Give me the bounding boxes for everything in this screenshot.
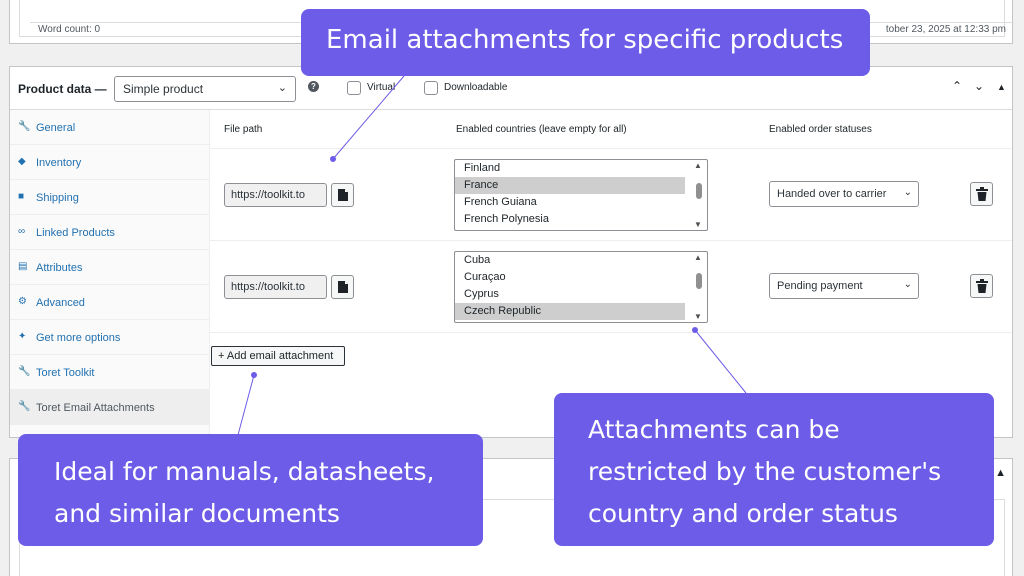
order-status-value: Pending payment (777, 280, 863, 292)
scroll-down-icon[interactable]: ▼ (694, 312, 702, 321)
move-down-icon[interactable]: ⌄ (974, 79, 984, 93)
product-data-tabs: 🔧 General ◆ Inventory ■ Shipping ∞ Linked Pr… (10, 110, 210, 437)
tab-label: Linked Products (36, 227, 115, 239)
countries-listbox[interactable]: Cuba Curaçao Cyprus Czech Republic ▲ ▼ (454, 251, 708, 323)
column-header-statuses: Enabled order statuses (769, 124, 872, 135)
tab-label: Toret Toolkit (36, 367, 95, 379)
callout-ideal-for-manuals: Ideal for manuals, datasheets, and simil… (18, 434, 483, 546)
choose-file-button[interactable] (331, 275, 354, 299)
tab-advanced[interactable]: ⚙ Advanced (10, 285, 210, 320)
attachment-row: https://toolkit.to Finland France French… (210, 148, 1012, 240)
scroll-up-icon[interactable]: ▲ (694, 161, 702, 170)
plugin-icon: ✦ (18, 331, 27, 342)
chevron-down-icon: ⌄ (903, 187, 912, 198)
callout-text-line: and similar documents (54, 499, 340, 528)
country-option[interactable]: Curaçao (455, 269, 685, 286)
trash-icon (976, 279, 988, 293)
product-data-panel: Product data — Simple product ⌄ ? Virtua… (9, 66, 1013, 438)
link-icon: ∞ (18, 226, 26, 237)
delete-row-button[interactable] (970, 274, 993, 298)
tab-label: Get more options (36, 332, 121, 344)
downloadable-checkbox[interactable] (424, 81, 438, 95)
tab-general[interactable]: 🔧 General (10, 110, 210, 145)
last-edited-timestamp: tober 23, 2025 at 12:33 pm (885, 24, 1006, 35)
scroll-thumb[interactable] (696, 183, 702, 199)
downloadable-label: Downloadable (444, 82, 508, 93)
toggle-panel-icon[interactable]: ▲ (995, 467, 1006, 479)
country-option-selected[interactable]: France (455, 177, 685, 194)
tab-linked-products[interactable]: ∞ Linked Products (10, 215, 210, 250)
list-icon: ▤ (18, 261, 28, 272)
scroll-down-icon[interactable]: ▼ (694, 220, 702, 229)
file-path-input[interactable]: https://toolkit.to (224, 275, 327, 299)
country-option[interactable]: French Polynesia (455, 211, 685, 228)
listbox-scrollbar[interactable]: ▲ ▼ (692, 161, 706, 229)
tab-label: Toret Email Attachments (36, 402, 155, 414)
order-status-value: Handed over to carrier (777, 188, 887, 200)
country-option[interactable]: Finland (455, 160, 685, 177)
order-status-select[interactable]: Handed over to carrier ⌄ (769, 181, 919, 207)
product-data-title: Product data — (18, 82, 107, 96)
country-option[interactable]: Cuba (455, 252, 685, 269)
order-status-select[interactable]: Pending payment ⌄ (769, 273, 919, 299)
tab-label: Inventory (36, 157, 82, 169)
callout-text-line: Attachments can be (588, 415, 840, 444)
tab-attributes[interactable]: ▤ Attributes (10, 250, 210, 285)
row-divider (210, 332, 1012, 333)
country-option[interactable]: Cyprus (455, 286, 685, 303)
tab-label: Shipping (36, 192, 79, 204)
gear-icon: ⚙ (18, 296, 27, 307)
product-type-value: Simple product (123, 82, 204, 96)
email-attachments-content: File path Enabled countries (leave empty… (210, 110, 1012, 437)
callout-text-line: country and order status (588, 499, 898, 528)
file-icon (338, 281, 348, 293)
callout-text-line: Ideal for manuals, datasheets, (54, 457, 435, 486)
wrench-icon: 🔧 (18, 121, 31, 132)
callout-restrictions: Attachments can be restricted by the cus… (554, 393, 994, 546)
tab-label: Advanced (36, 297, 85, 309)
toggle-panel-icon[interactable]: ▲ (997, 82, 1006, 92)
country-option[interactable]: French Guiana (455, 194, 685, 211)
virtual-label: Virtual (367, 82, 396, 93)
countries-listbox[interactable]: Finland France French Guiana French Poly… (454, 159, 708, 231)
virtual-checkbox[interactable] (347, 81, 361, 95)
tab-toret-toolkit[interactable]: 🔧 Toret Toolkit (10, 355, 210, 390)
callout-text: Email attachments for specific products (326, 25, 844, 55)
callout-text-line: restricted by the customer's (588, 457, 942, 486)
move-up-icon[interactable]: ⌃ (952, 79, 962, 93)
tab-inventory[interactable]: ◆ Inventory (10, 145, 210, 180)
scroll-up-icon[interactable]: ▲ (694, 253, 702, 262)
attachment-row: https://toolkit.to Cuba Curaçao Cyprus C… (210, 240, 1012, 332)
wrench-icon: 🔧 (18, 401, 31, 412)
truck-icon: ■ (18, 191, 25, 202)
word-count: Word count: 0 (38, 24, 101, 35)
scroll-thumb[interactable] (696, 273, 702, 289)
tab-shipping[interactable]: ■ Shipping (10, 180, 210, 215)
tab-label: General (36, 122, 76, 134)
file-path-input[interactable]: https://toolkit.to (224, 183, 327, 207)
column-header-countries: Enabled countries (leave empty for all) (456, 124, 627, 135)
column-header-file-path: File path (224, 124, 263, 135)
country-option-selected[interactable]: Czech Republic (455, 303, 685, 320)
tab-toret-email-attachments[interactable]: 🔧 Toret Email Attachments (10, 390, 210, 425)
chevron-down-icon: ⌄ (903, 279, 912, 290)
choose-file-button[interactable] (331, 183, 354, 207)
add-email-attachment-button[interactable]: + Add email attachment (211, 346, 345, 366)
wrench-icon: 🔧 (18, 366, 31, 377)
callout-email-attachments: Email attachments for specific products (301, 9, 870, 76)
product-type-select[interactable]: Simple product ⌄ (114, 76, 296, 102)
chevron-down-icon: ⌄ (277, 82, 287, 94)
tab-label: Attributes (36, 262, 83, 274)
listbox-scrollbar[interactable]: ▲ ▼ (692, 253, 706, 321)
tab-get-more-options[interactable]: ✦ Get more options (10, 320, 210, 355)
help-icon[interactable]: ? (308, 81, 319, 92)
delete-row-button[interactable] (970, 182, 993, 206)
tag-icon: ◆ (18, 156, 26, 167)
file-icon (338, 189, 348, 201)
trash-icon (976, 187, 988, 201)
